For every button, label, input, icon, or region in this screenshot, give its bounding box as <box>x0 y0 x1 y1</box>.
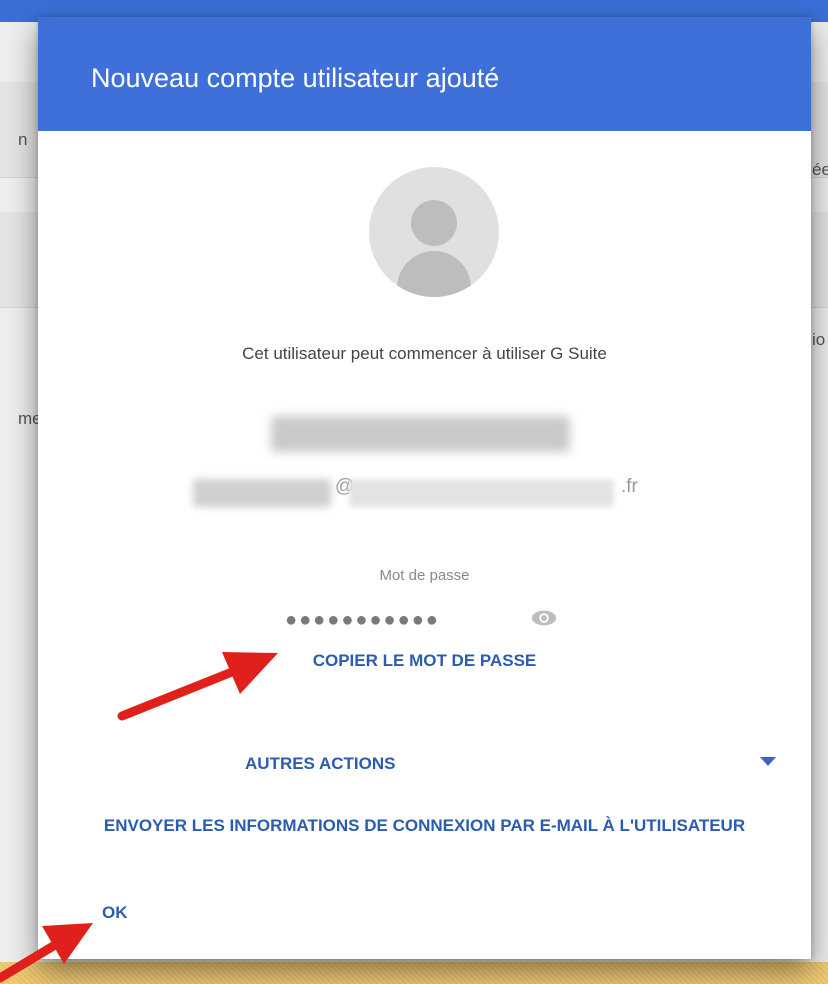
arrow-to-ok-button <box>0 923 93 983</box>
arrow-to-copy-password <box>117 652 278 721</box>
annotation-arrows <box>0 652 278 983</box>
